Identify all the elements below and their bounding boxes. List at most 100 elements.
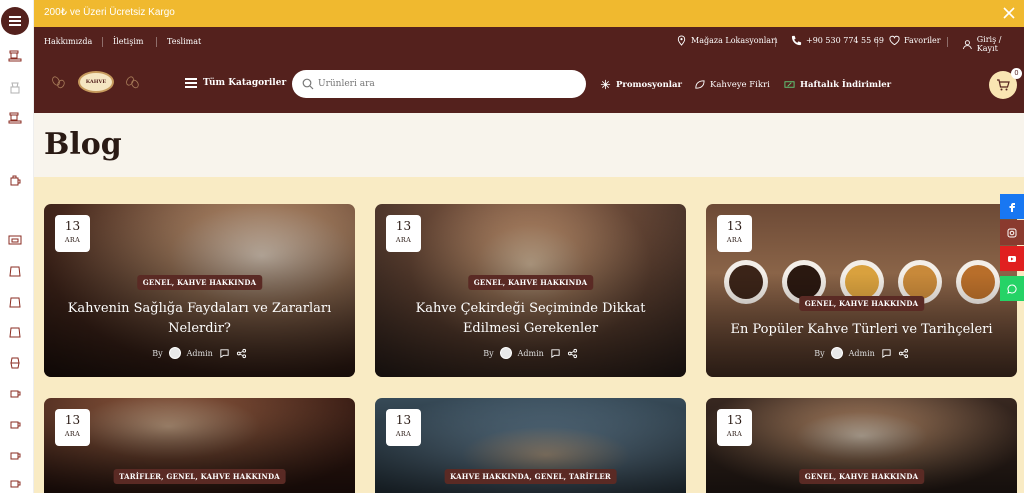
- coffee-machine-icon[interactable]: [8, 234, 22, 246]
- date-badge: 13 ARA: [717, 215, 752, 252]
- by-label: By: [814, 348, 825, 358]
- date-badge: 13 ARA: [55, 215, 90, 252]
- comment-icon[interactable]: [881, 348, 892, 359]
- avatar: [830, 347, 843, 359]
- coffee-beans-icon: [52, 76, 65, 89]
- all-categories-button[interactable]: Tüm Katagoriler: [185, 78, 286, 88]
- menu-button[interactable]: [1, 7, 29, 35]
- coffee-bag-icon[interactable]: [8, 296, 22, 308]
- coffee-bag-icon[interactable]: [8, 326, 22, 338]
- date-badge: 13 ARA: [386, 215, 421, 252]
- leaf-icon: [695, 80, 705, 89]
- page-title: Blog: [44, 127, 122, 162]
- heart-icon: [889, 35, 900, 46]
- kettle-icon[interactable]: [8, 175, 22, 187]
- avatar: [168, 347, 181, 359]
- favorites-link[interactable]: Favoriler: [889, 35, 941, 46]
- date-badge: 13 ARA: [386, 409, 421, 446]
- blog-card[interactable]: 13 ARA GENEL, KAHVE HAKKINDA En Popüler K…: [706, 204, 1017, 377]
- category-tags[interactable]: GENEL, KAHVE HAKKINDA: [798, 296, 925, 311]
- date-day: 13: [726, 413, 743, 427]
- comment-icon[interactable]: [219, 348, 230, 359]
- category-tags[interactable]: GENEL, KAHVE HAKKINDA: [467, 275, 594, 290]
- blog-card[interactable]: 13 ARA TARİFLER, GENEL, KAHVE HAKKINDA: [44, 398, 355, 493]
- share-icon[interactable]: [567, 348, 578, 359]
- cup-icon[interactable]: [8, 450, 22, 462]
- store-locations-label: Mağaza Lokasyonları: [691, 36, 778, 45]
- divider: [877, 37, 878, 47]
- date-day: 13: [395, 413, 412, 427]
- all-categories-label: Tüm Katagoriler: [203, 78, 287, 88]
- cart-count-badge: 0: [1011, 68, 1022, 79]
- date-day: 13: [395, 219, 412, 233]
- menu-icon: [9, 20, 21, 22]
- login-link[interactable]: Giriş / Kayıt: [962, 35, 1024, 53]
- blog-card[interactable]: 13 ARA GENEL, KAHVE HAKKINDA Kahvenin Sağ…: [44, 204, 355, 377]
- author-name[interactable]: Admin: [187, 349, 213, 358]
- avatar: [499, 347, 512, 359]
- date-month: ARA: [64, 430, 81, 438]
- author-name[interactable]: Admin: [849, 349, 875, 358]
- instagram-button[interactable]: [1000, 220, 1024, 245]
- nav-link-about[interactable]: Hakkımızda: [44, 37, 92, 46]
- menu-icon: [185, 82, 197, 84]
- share-icon[interactable]: [898, 348, 909, 359]
- promotions-label: Promosyonlar: [616, 79, 682, 90]
- post-title[interactable]: En Popüler Kahve Türleri ve Tarihçeleri: [722, 320, 1001, 340]
- author-name[interactable]: Admin: [518, 349, 544, 358]
- blog-card[interactable]: 13 ARA GENEL, KAHVE HAKKINDA Kahve Çekird…: [375, 204, 686, 377]
- nav-link-contact[interactable]: İletişim: [113, 37, 143, 46]
- coffee-grinder-icon[interactable]: [8, 82, 22, 94]
- whatsapp-icon: [1007, 283, 1017, 294]
- site-logo[interactable]: KAHVE: [78, 71, 114, 93]
- cup-icon[interactable]: [8, 419, 22, 431]
- post-title[interactable]: Kahve Çekirdeği Seçiminde Dikkat Edilmes…: [391, 299, 670, 339]
- instagram-icon: [1007, 228, 1017, 237]
- post-meta: By Admin: [706, 347, 1017, 359]
- cup-icon[interactable]: [8, 478, 22, 490]
- comment-icon[interactable]: [550, 348, 561, 359]
- post-title[interactable]: Kahvenin Sağlığa Faydaları ve Zararları …: [60, 299, 339, 339]
- search-input[interactable]: [318, 74, 568, 94]
- date-month: ARA: [726, 430, 743, 438]
- category-tags[interactable]: KAHVE HAKKINDA, GENEL, TARİFLER: [444, 469, 617, 484]
- date-badge: 13 ARA: [717, 409, 752, 446]
- nav-link-delivery[interactable]: Teslimat: [167, 37, 201, 46]
- share-icon[interactable]: [236, 348, 247, 359]
- close-icon: [1003, 7, 1015, 19]
- banner-text: 200₺ ve Üzeri Ücretsiz Kargo: [44, 7, 175, 18]
- cart-icon: [997, 79, 1010, 91]
- category-tags[interactable]: GENEL, KAHVE HAKKINDA: [798, 469, 925, 484]
- moka-pot-icon[interactable]: [8, 357, 22, 369]
- promotions-link[interactable]: Promosyonlar: [600, 79, 682, 90]
- espresso-machine-icon[interactable]: [8, 50, 22, 62]
- weekly-deals-link[interactable]: Haftalık İndirimler: [784, 79, 891, 90]
- date-badge: 13 ARA: [55, 409, 90, 446]
- cup-icon[interactable]: [8, 388, 22, 400]
- phone-link[interactable]: +90 530 774 55 69: [791, 35, 884, 46]
- user-icon: [962, 39, 972, 49]
- coffee-bag-icon[interactable]: [8, 265, 22, 277]
- search-bar: [292, 70, 586, 98]
- left-sidebar-rail: [0, 0, 34, 493]
- close-banner-button[interactable]: [1002, 5, 1016, 19]
- weekly-deals-label: Haftalık İndirimler: [800, 79, 892, 90]
- blog-card[interactable]: 13 ARA GENEL, KAHVE HAKKINDA: [706, 398, 1017, 493]
- date-day: 13: [64, 219, 81, 233]
- facebook-icon: [1009, 202, 1015, 212]
- espresso-machine-icon[interactable]: [8, 112, 22, 124]
- coffee-idea-link[interactable]: Kahveye Fikri: [694, 79, 770, 90]
- by-label: By: [483, 348, 494, 358]
- category-tags[interactable]: TARİFLER, GENEL, KAHVE HAKKINDA: [113, 469, 286, 484]
- whatsapp-button[interactable]: [1000, 276, 1024, 301]
- favorites-label: Favoriler: [904, 36, 941, 45]
- date-month: ARA: [395, 430, 412, 438]
- youtube-button[interactable]: [1000, 246, 1024, 271]
- facebook-button[interactable]: [1000, 194, 1024, 219]
- store-locations-link[interactable]: Mağaza Lokasyonları: [676, 35, 777, 46]
- blog-card[interactable]: 13 ARA KAHVE HAKKINDA, GENEL, TARİFLER: [375, 398, 686, 493]
- coffee-beans-icon: [126, 76, 139, 89]
- date-day: 13: [64, 413, 81, 427]
- coffee-idea-label: Kahveye Fikri: [710, 79, 770, 90]
- category-tags[interactable]: GENEL, KAHVE HAKKINDA: [136, 275, 263, 290]
